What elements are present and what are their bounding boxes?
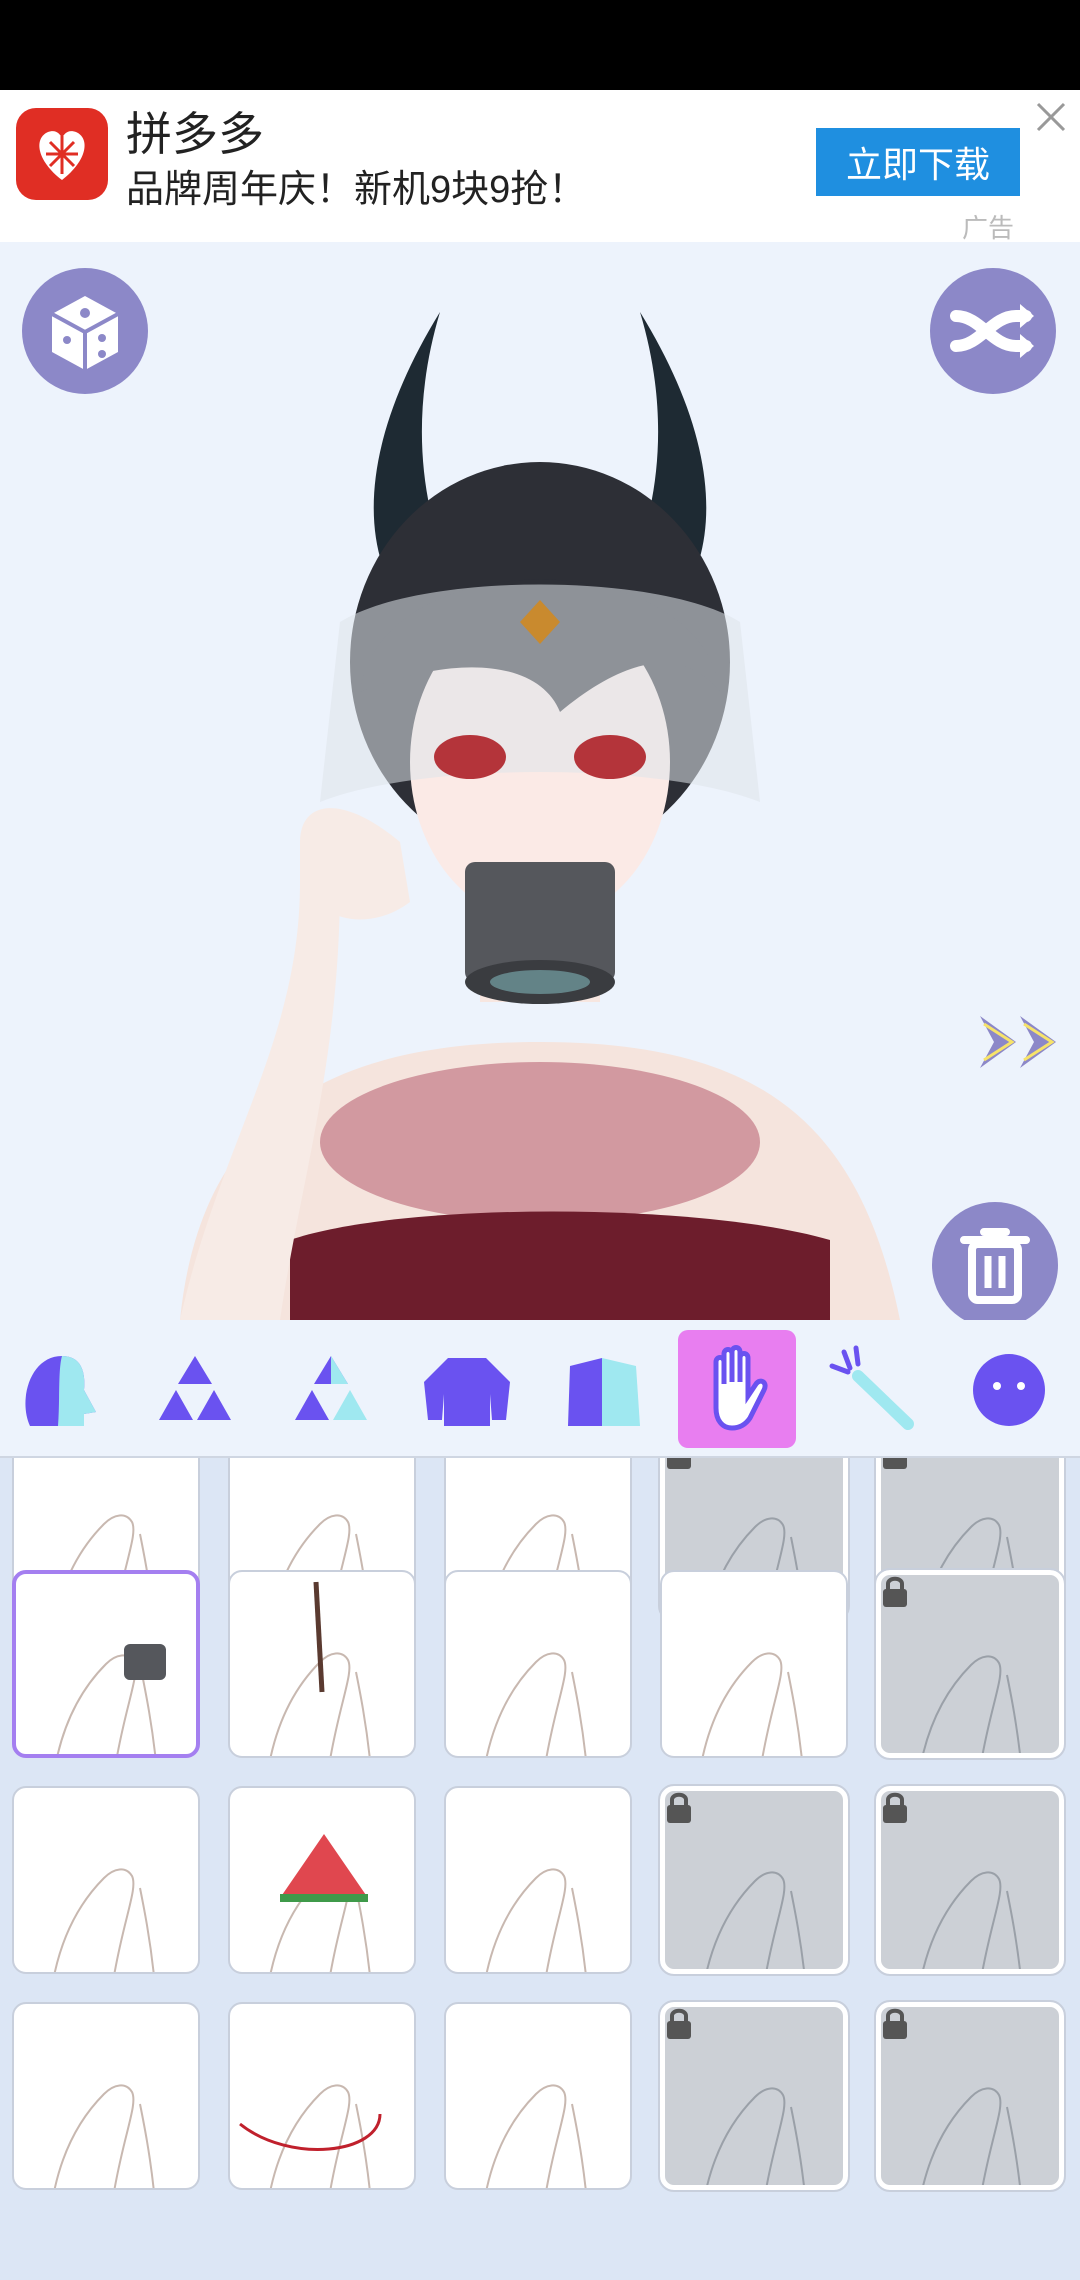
hands-string-game-item[interactable] — [874, 2000, 1066, 2192]
ad-app-name: 拼多多 — [126, 108, 264, 160]
hands-clasped-item[interactable] — [12, 1786, 200, 1974]
head-icon — [25, 1356, 96, 1426]
hands-raised-thumbnail — [485, 2084, 587, 2188]
category-tabs — [0, 1320, 1080, 1458]
hand-items-grid — [0, 1458, 1080, 2280]
close-icon[interactable] — [1032, 98, 1070, 136]
hand-wand-thumbnail — [269, 1581, 371, 1756]
tab-outfit[interactable] — [544, 1330, 662, 1448]
ad-banner[interactable]: 拼多多 品牌周年庆！新机9块9抢！ 立即下载 广告 — [0, 90, 1080, 243]
hand-thumbs-up-thumbnail — [701, 1652, 803, 1756]
ad-label: 广告 — [962, 213, 1015, 243]
character-illustration — [180, 312, 900, 1320]
trash-icon — [960, 1228, 1030, 1304]
tab-head[interactable] — [0, 1330, 118, 1448]
delete-button[interactable] — [932, 1202, 1058, 1320]
hands-watermelon-item[interactable] — [228, 1786, 416, 1974]
double-chevron-right-icon — [980, 1016, 1056, 1068]
hands-raised-item[interactable] — [444, 2002, 632, 2190]
hand-teacup-item[interactable] — [12, 1570, 200, 1758]
randomize-button[interactable] — [22, 268, 148, 394]
ad-download-button[interactable]: 立即下载 — [816, 128, 1020, 196]
hand-ok-sign-thumbnail — [485, 1868, 587, 1972]
hands-rock-sign-item[interactable] — [874, 1784, 1066, 1976]
hand-red-string-item[interactable] — [228, 2002, 416, 2190]
hand-thumbs-up-item[interactable] — [660, 1570, 848, 1758]
lock-icon — [883, 2008, 907, 2039]
triangles-alt-icon — [295, 1356, 367, 1420]
triangles-icon — [159, 1356, 231, 1420]
shuffle-icon — [950, 304, 1034, 358]
lock-icon — [883, 1458, 907, 1469]
hand-pinch-item[interactable] — [12, 2002, 200, 2190]
tab-pattern[interactable] — [136, 1330, 254, 1448]
face-icon — [973, 1354, 1045, 1426]
lock-icon — [667, 1792, 691, 1823]
hands-praying-item[interactable] — [874, 1568, 1066, 1760]
tab-top[interactable] — [408, 1330, 526, 1448]
shirt-icon — [424, 1358, 510, 1426]
tab-face[interactable] — [950, 1330, 1068, 1448]
wand-icon — [829, 1345, 914, 1430]
outfit-icon — [568, 1358, 640, 1426]
hand-pointing-up-thumbnail — [485, 1652, 587, 1756]
lock-icon — [883, 1576, 907, 1607]
lock-icon — [667, 1458, 691, 1469]
character-preview — [0, 242, 1080, 1320]
tab-props[interactable] — [814, 1330, 932, 1448]
hands-watermelon-thumbnail — [269, 1834, 371, 1972]
next-page-button[interactable] — [976, 1010, 1068, 1074]
hands-bandaged-item[interactable] — [658, 1784, 850, 1976]
tab-pattern-alt[interactable] — [272, 1330, 390, 1448]
hand-pointing-up-item[interactable] — [444, 1570, 632, 1758]
tab-hands[interactable] — [678, 1330, 796, 1448]
hand-red-string-thumbnail — [239, 2084, 382, 2188]
status-bar — [0, 0, 1080, 90]
lock-icon — [883, 1792, 907, 1823]
shuffle-button[interactable] — [930, 268, 1056, 394]
ad-subtitle: 品牌周年庆！新机9块9抢！ — [126, 169, 587, 211]
hand-icon — [713, 1345, 768, 1431]
hand-pinch-thumbnail — [53, 2084, 155, 2188]
pinduoduo-logo-icon — [16, 108, 108, 200]
lock-icon — [667, 2008, 691, 2039]
hand-ok-sign-item[interactable] — [444, 1786, 632, 1974]
dice-icon — [51, 296, 119, 370]
hands-claws-item[interactable] — [658, 2000, 850, 2192]
hand-wand-item[interactable] — [228, 1570, 416, 1758]
hands-clasped-thumbnail — [53, 1868, 155, 1972]
hand-teacup-thumbnail — [56, 1644, 166, 1754]
